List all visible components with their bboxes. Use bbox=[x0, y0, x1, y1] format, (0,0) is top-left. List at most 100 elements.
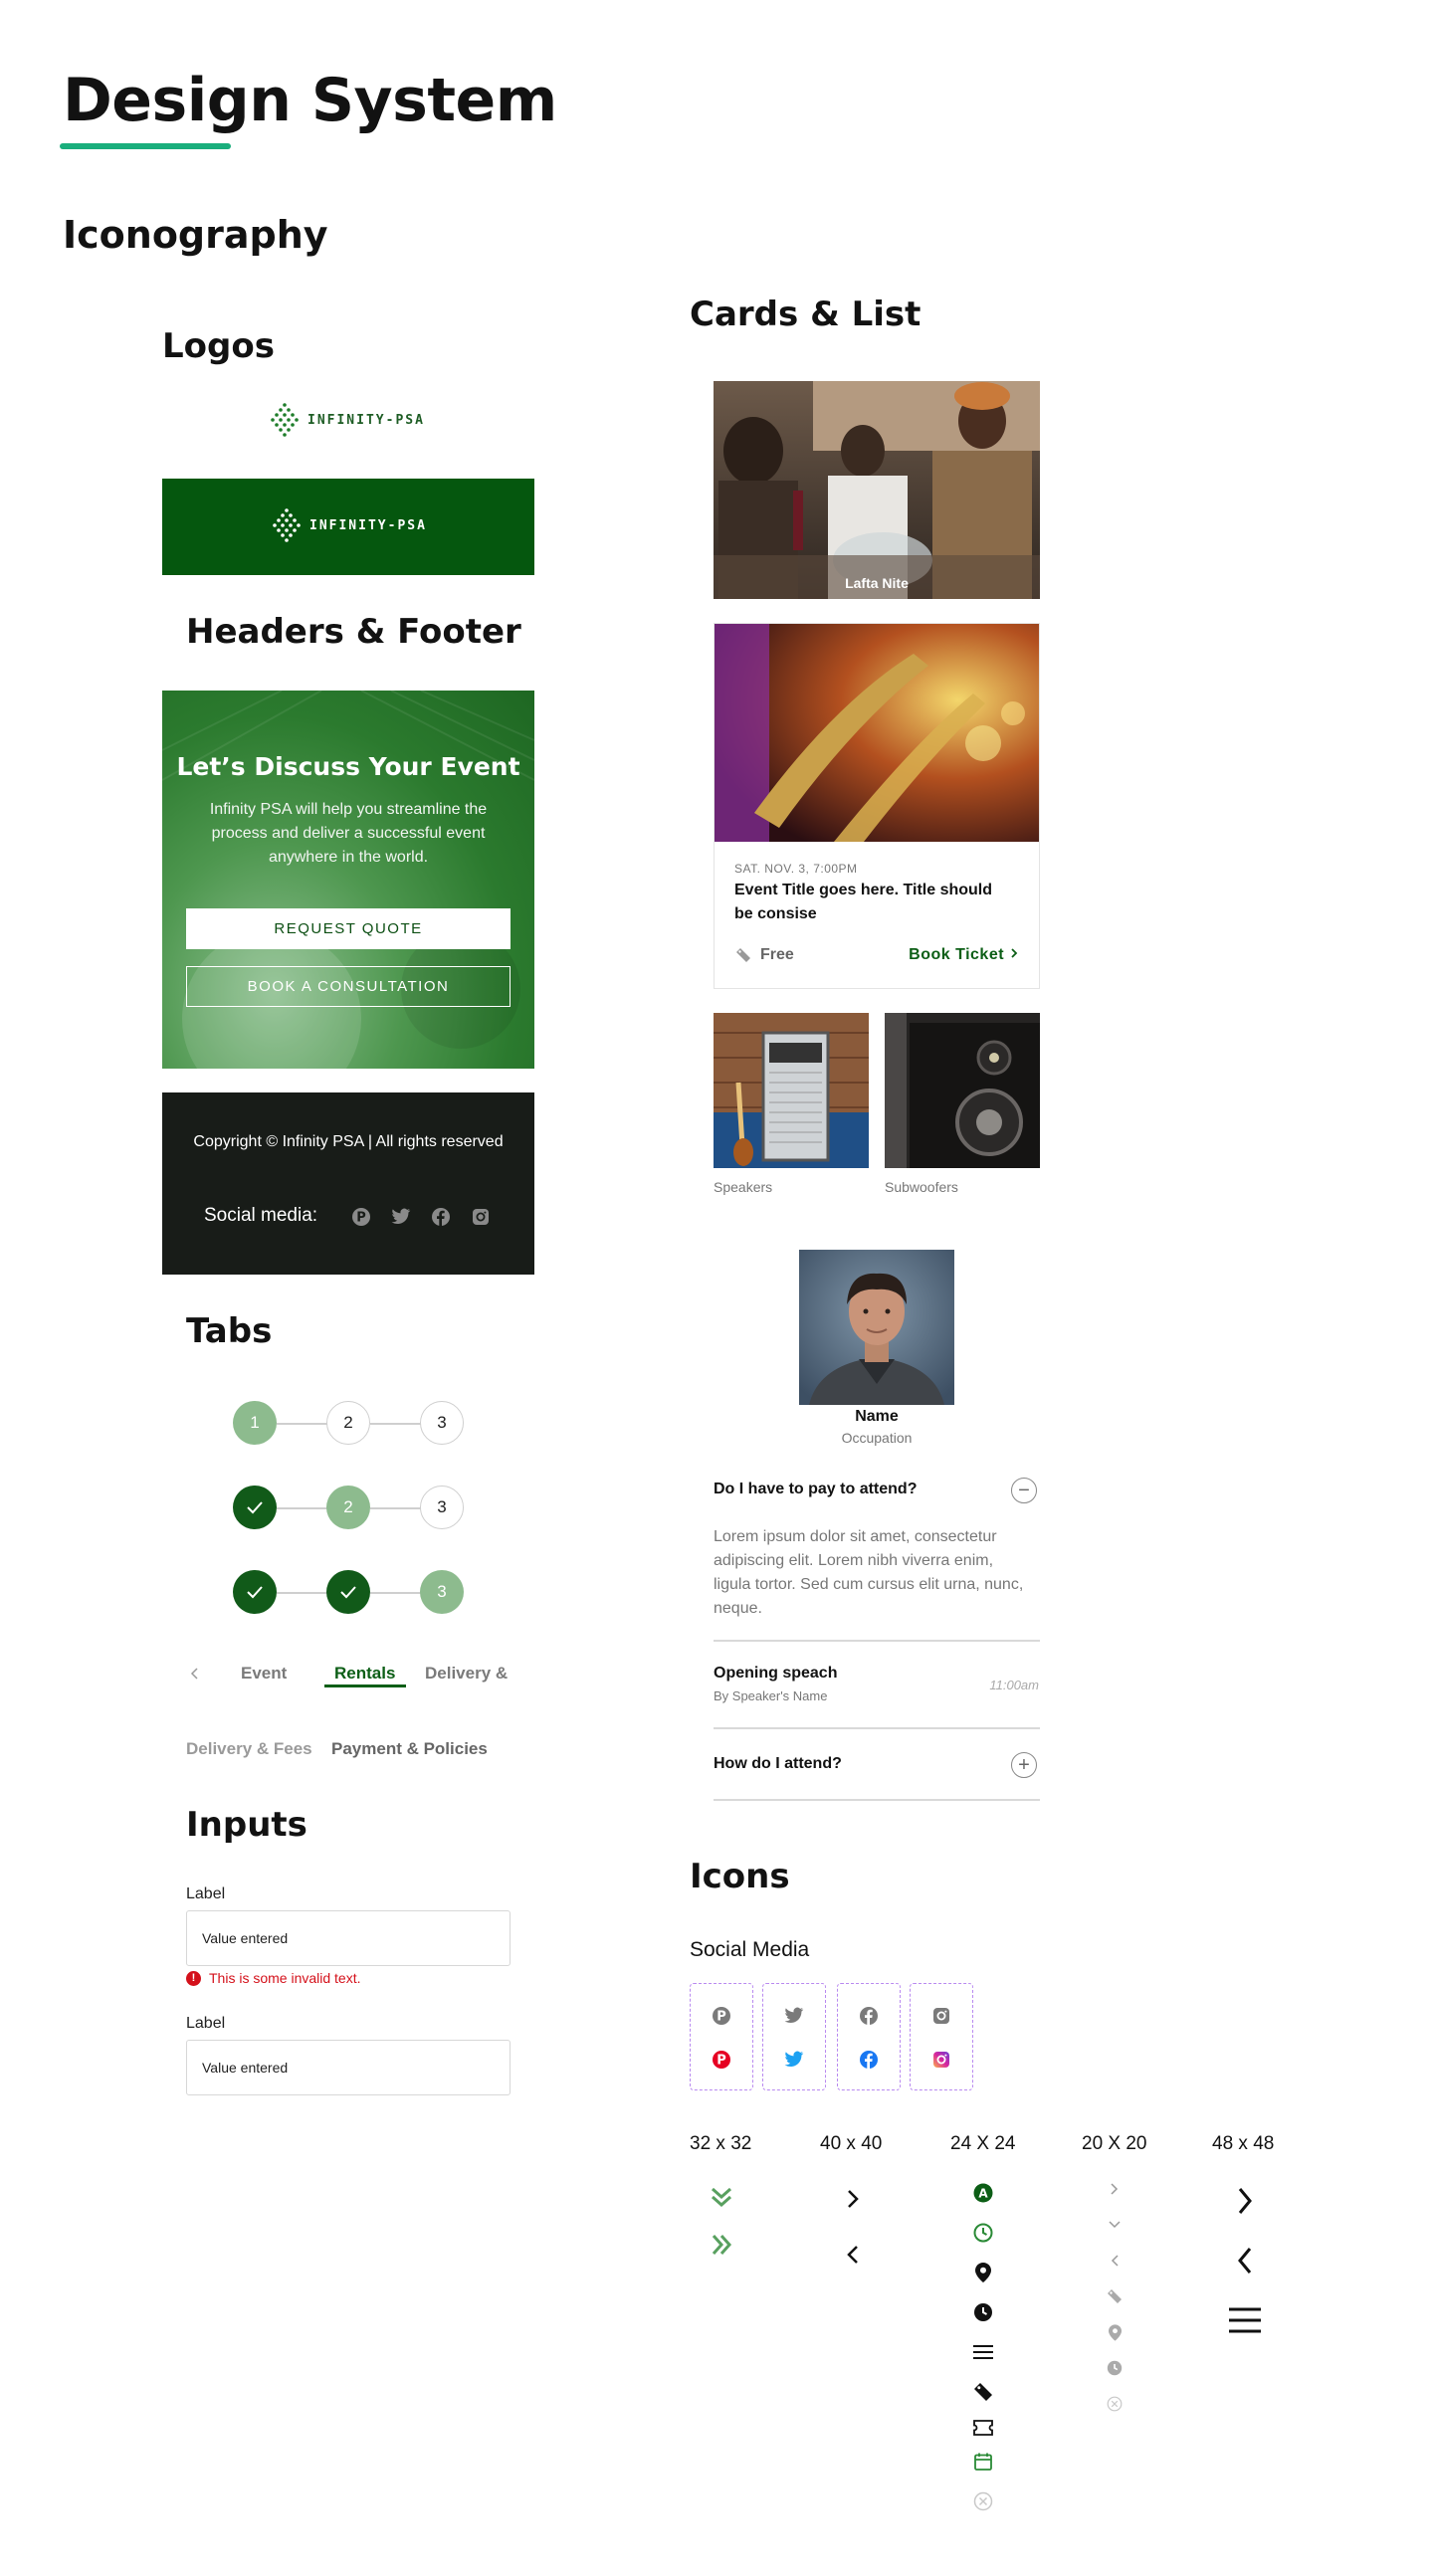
banner-title: Let’s Discuss Your Event bbox=[176, 752, 520, 781]
step-3[interactable]: 3 bbox=[420, 1570, 464, 1614]
size-label-48: 48 x 48 bbox=[1212, 2133, 1275, 2154]
step-1-complete[interactable] bbox=[233, 1570, 277, 1614]
twitter-icon-set bbox=[762, 1983, 826, 2090]
pinterest-icon: P bbox=[710, 2048, 733, 2072]
close-circle-icon bbox=[1105, 2394, 1125, 2414]
svg-text:P: P bbox=[716, 2054, 726, 2069]
step-1-complete[interactable] bbox=[233, 1486, 277, 1529]
step-2-complete[interactable] bbox=[326, 1570, 370, 1614]
cards-heading: Cards & List bbox=[690, 295, 921, 334]
subwoofers-thumb[interactable] bbox=[885, 1013, 1040, 1168]
calendar-icon bbox=[971, 2450, 995, 2474]
headers-footer-heading: Headers & Footer bbox=[186, 612, 521, 652]
thumb-caption: Speakers bbox=[714, 1179, 773, 1195]
logo-mark-icon bbox=[273, 508, 301, 542]
twitter-icon[interactable] bbox=[389, 1205, 413, 1229]
chevron-left-icon bbox=[1221, 2237, 1269, 2284]
tab-delivery[interactable]: Delivery & bbox=[425, 1664, 508, 1684]
logos-heading: Logos bbox=[162, 326, 275, 366]
tab-delivery-fees[interactable]: Delivery & Fees bbox=[186, 1739, 312, 1759]
page-title: Design System bbox=[63, 66, 557, 135]
clock-filled-icon bbox=[1105, 2358, 1125, 2378]
svg-text:A: A bbox=[978, 2187, 988, 2201]
menu-icon bbox=[1221, 2296, 1269, 2344]
svg-text:P: P bbox=[716, 2010, 726, 2025]
logo-light: INFINITY-PSA bbox=[270, 402, 425, 438]
divider bbox=[714, 1727, 1040, 1729]
check-icon bbox=[247, 1586, 263, 1599]
accessibility-icon: A bbox=[971, 2181, 995, 2205]
photo-caption: Lafta Nite bbox=[845, 575, 909, 591]
divider bbox=[714, 1640, 1040, 1642]
faq-question[interactable]: How do I attend? bbox=[714, 1755, 842, 1773]
double-chevron-right-icon bbox=[706, 2229, 737, 2261]
banner-texture bbox=[162, 691, 534, 1069]
logo-text: INFINITY-PSA bbox=[307, 412, 425, 428]
tabs-heading: Tabs bbox=[186, 1311, 273, 1351]
chevron-right-icon bbox=[1105, 2179, 1125, 2199]
text-input-error[interactable]: Value entered bbox=[186, 1910, 511, 1966]
chevron-left-icon bbox=[1105, 2251, 1125, 2271]
input-error-message: ! This is some invalid text. bbox=[186, 1970, 361, 1986]
book-ticket-link[interactable]: Book Ticket bbox=[909, 946, 1019, 964]
agenda-speaker: By Speaker's Name bbox=[714, 1688, 828, 1703]
faq-question[interactable]: Do I have to pay to attend? bbox=[714, 1481, 917, 1498]
ticket-icon bbox=[736, 948, 750, 962]
footer-copyright: Copyright © Infinity PSA | All rights re… bbox=[193, 1133, 504, 1150]
stepper-connector bbox=[370, 1507, 422, 1509]
logo-dark: INFINITY-PSA bbox=[272, 507, 427, 543]
error-text: This is some invalid text. bbox=[209, 1970, 361, 1986]
double-chevron-down-icon bbox=[706, 2181, 737, 2213]
chevron-left-icon[interactable] bbox=[187, 1662, 203, 1685]
step-1[interactable]: 1 bbox=[233, 1401, 277, 1445]
ticket-icon bbox=[971, 2380, 995, 2404]
tab-event[interactable]: Event bbox=[241, 1664, 287, 1684]
tab-payment-policies[interactable]: Payment & Policies bbox=[331, 1739, 488, 1759]
speakers-thumb[interactable] bbox=[714, 1013, 869, 1168]
step-3[interactable]: 3 bbox=[420, 1401, 464, 1445]
chevron-right-icon bbox=[1011, 948, 1018, 958]
event-date: SAT. NOV. 3, 7:00PM bbox=[734, 862, 858, 876]
title-underline bbox=[60, 143, 231, 149]
clock-icon bbox=[971, 2221, 995, 2245]
instagram-icon[interactable] bbox=[469, 1205, 493, 1229]
logo-mark-icon bbox=[271, 403, 299, 437]
twitter-icon bbox=[782, 2048, 806, 2072]
tab-rentals[interactable]: Rentals bbox=[334, 1664, 395, 1684]
subwoofers-photo bbox=[885, 1013, 1040, 1168]
tab-active-indicator bbox=[324, 1684, 406, 1687]
person-avatar[interactable] bbox=[799, 1250, 954, 1405]
pinterest-icon[interactable]: P bbox=[349, 1205, 373, 1229]
svg-text:P: P bbox=[356, 1211, 366, 1226]
instagram-icon bbox=[929, 2048, 953, 2072]
banner-body: Infinity PSA will help you streamline th… bbox=[209, 801, 488, 866]
step-3[interactable]: 3 bbox=[420, 1486, 464, 1529]
request-quote-button[interactable]: REQUEST QUOTE bbox=[186, 908, 511, 949]
step-2[interactable]: 2 bbox=[326, 1401, 370, 1445]
location-pin-icon bbox=[1105, 2322, 1125, 2342]
twitter-icon bbox=[782, 2004, 806, 2028]
person-occupation: Occupation bbox=[841, 1430, 913, 1446]
book-consultation-button[interactable]: BOOK A CONSULTATION bbox=[186, 966, 511, 1007]
ticket-outline-icon bbox=[971, 2416, 995, 2440]
stepper-connector bbox=[277, 1507, 328, 1509]
footer: Copyright © Infinity PSA | All rights re… bbox=[162, 1092, 534, 1275]
divider bbox=[714, 1799, 1040, 1801]
footer-social-label: Social media: bbox=[204, 1205, 318, 1226]
step-2[interactable]: 2 bbox=[326, 1486, 370, 1529]
person-name: Name bbox=[855, 1408, 899, 1425]
text-input[interactable]: Value entered bbox=[186, 2040, 511, 2095]
event-photo-card[interactable]: Lafta Nite bbox=[714, 381, 1040, 599]
expand-icon[interactable]: + bbox=[1011, 1752, 1037, 1778]
facebook-icon[interactable] bbox=[429, 1205, 453, 1229]
footer-social-icons: P bbox=[349, 1205, 493, 1229]
party-photo bbox=[714, 381, 1040, 599]
error-icon: ! bbox=[186, 1970, 201, 1986]
event-card[interactable]: SAT. NOV. 3, 7:00PM Event Title goes her… bbox=[714, 623, 1040, 989]
facebook-icon-set bbox=[837, 1983, 901, 2090]
saxophone-photo bbox=[715, 624, 1039, 842]
faq-answer: Lorem ipsum dolor sit amet, consectetur … bbox=[714, 1528, 1024, 1617]
facebook-icon bbox=[857, 2004, 881, 2028]
speakers-photo bbox=[714, 1013, 869, 1168]
collapse-icon[interactable]: − bbox=[1011, 1478, 1037, 1503]
